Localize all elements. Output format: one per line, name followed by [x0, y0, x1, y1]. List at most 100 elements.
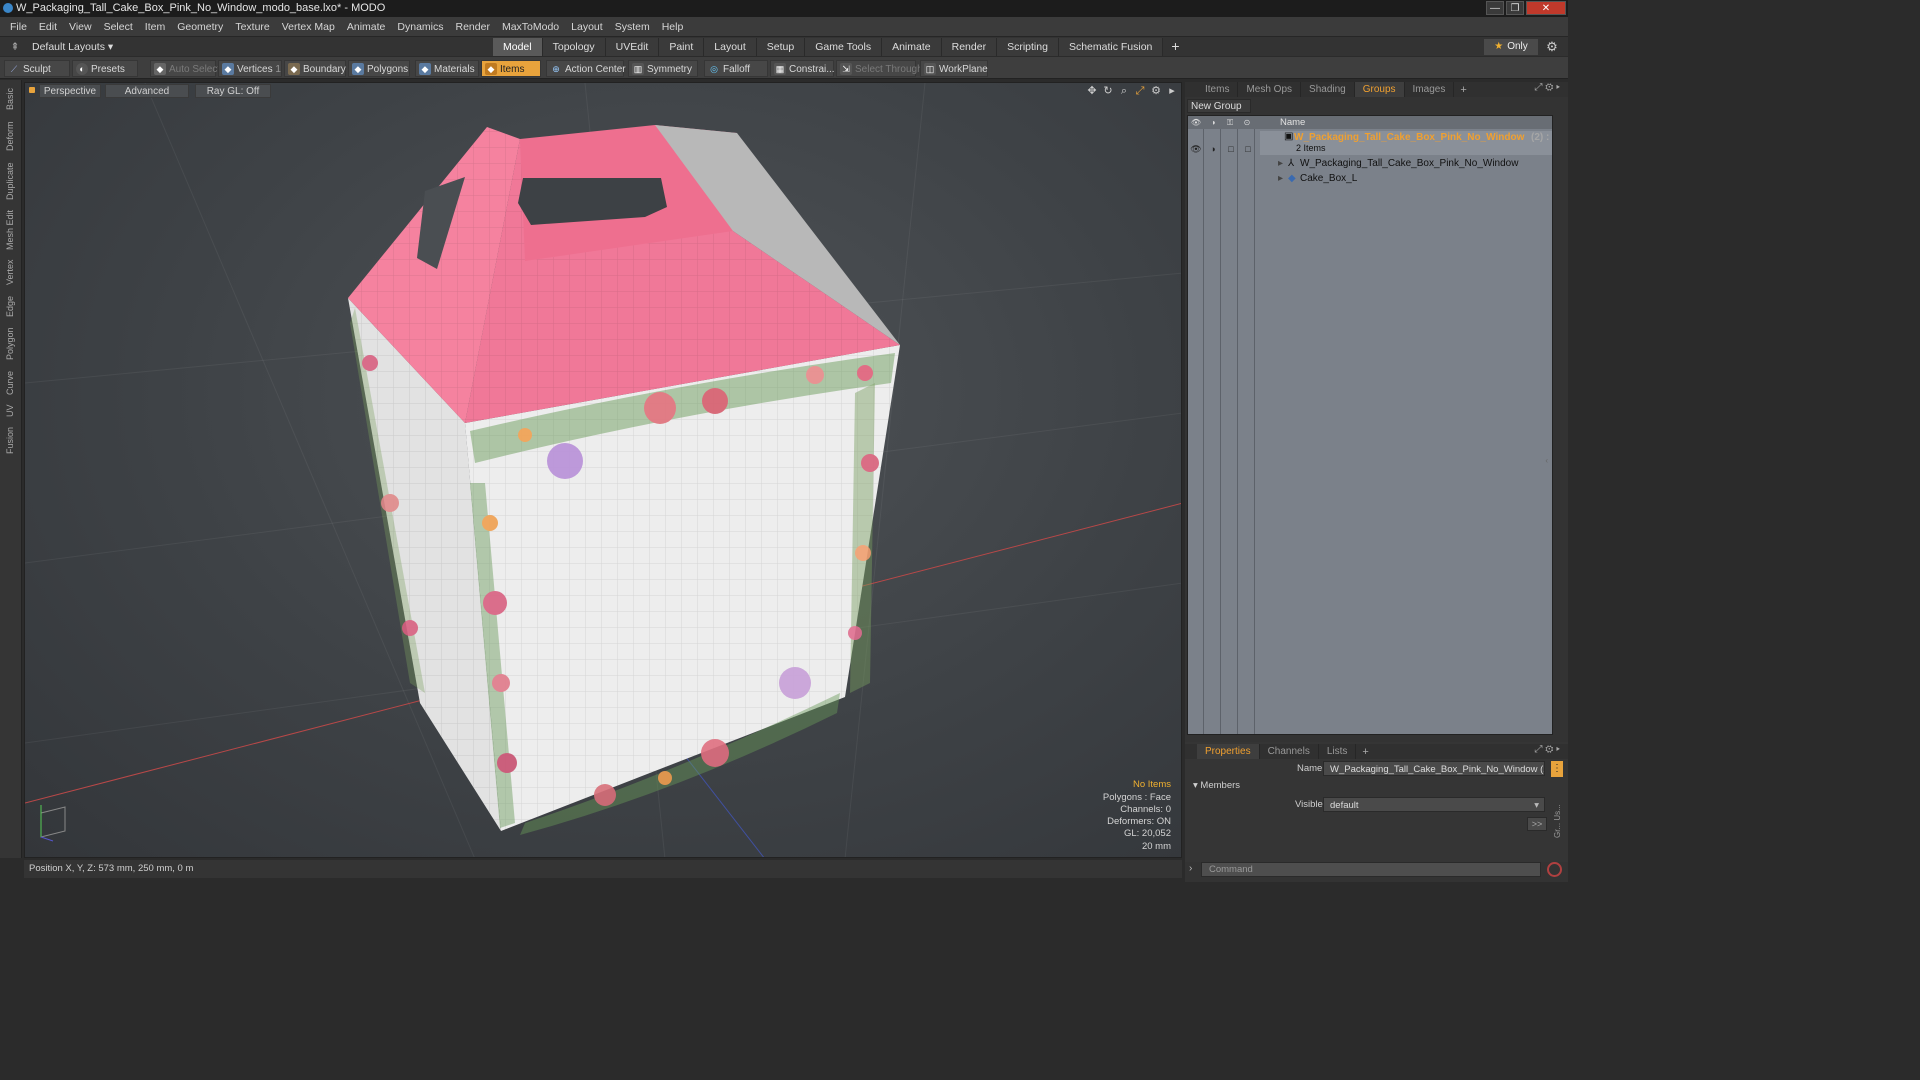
menu-view[interactable]: View	[63, 21, 98, 33]
viewport-more-icon[interactable]: ▸	[1165, 84, 1179, 98]
panel-tab-lists[interactable]: Lists	[1319, 744, 1357, 759]
tab-layout[interactable]: Layout	[704, 38, 757, 56]
tab-scripting[interactable]: Scripting	[997, 38, 1059, 56]
panel-tab-mesh-ops[interactable]: Mesh Ops	[1238, 82, 1302, 97]
expand-arrow-icon[interactable]: ▸	[1278, 158, 1283, 169]
groups-list[interactable]: 👁 ◑ ⚿ ⊙ Name ▣ W_Packaging_Tall_Cake_Box…	[1187, 115, 1553, 735]
menu-item[interactable]: Item	[139, 21, 171, 33]
command-stop-icon[interactable]	[1547, 862, 1562, 877]
3d-viewport[interactable]: Perspective Advanced Ray GL: Off ✥ ↻ ⌕ ⤢…	[24, 82, 1182, 858]
shading-dropdown[interactable]: Advanced	[105, 84, 189, 98]
menu-layout[interactable]: Layout	[565, 21, 609, 33]
menu-select[interactable]: Select	[98, 21, 139, 33]
constraints-button[interactable]: ▦ Constrai...	[770, 60, 835, 77]
add-panel-tab-icon[interactable]: +	[1454, 84, 1472, 96]
left-tab-duplicate[interactable]: Duplicate	[2, 158, 18, 204]
menu-dynamics[interactable]: Dynamics	[391, 21, 449, 33]
menu-vertex-map[interactable]: Vertex Map	[276, 21, 341, 33]
list-scroll-indicator[interactable]: ‹	[1545, 456, 1548, 465]
raygl-toggle[interactable]: Ray GL: Off	[195, 84, 271, 98]
left-tab-curve[interactable]: Curve	[2, 368, 18, 398]
items-button[interactable]: ◆ Items	[481, 60, 541, 77]
menu-texture[interactable]: Texture	[229, 21, 275, 33]
members-section[interactable]: ▾ Members	[1193, 780, 1240, 791]
select-through-button[interactable]: ⇲ Select Through	[836, 60, 923, 77]
visible-dropdown[interactable]: default ▾	[1323, 797, 1545, 812]
boundary-button[interactable]: ◆ Boundary	[284, 60, 346, 77]
polygons-button[interactable]: ◆ Polygons	[348, 60, 410, 77]
fit-icon[interactable]: ⤢	[1133, 84, 1147, 98]
viewport-settings-icon[interactable]: ⚙	[1149, 84, 1163, 98]
command-input[interactable]: Command	[1201, 862, 1541, 877]
group-member-row[interactable]: ▸ ◆ Cake_Box_L	[1260, 173, 1552, 187]
action-center-button[interactable]: ⊕ Action Center	[546, 60, 626, 77]
rotate-icon[interactable]: ↻	[1101, 84, 1115, 98]
menu-edit[interactable]: Edit	[33, 21, 63, 33]
left-tab-fusion[interactable]: Fusion	[2, 424, 18, 456]
group-render-icon[interactable]: ◑	[1206, 144, 1220, 155]
panel-tab-images[interactable]: Images	[1405, 82, 1455, 97]
presets-button[interactable]: ◐ Presets	[72, 60, 138, 77]
tab-setup[interactable]: Setup	[756, 38, 806, 56]
falloff-button[interactable]: ◎ Falloff	[704, 60, 768, 77]
more-button[interactable]: >>	[1527, 817, 1547, 831]
tab-schematic-fusion[interactable]: Schematic Fusion	[1058, 38, 1164, 56]
tab-animate[interactable]: Animate	[882, 38, 942, 56]
menu-maxtomodo[interactable]: MaxToModo	[496, 21, 565, 33]
panel-tab-items[interactable]: Items	[1197, 82, 1239, 97]
add-tab-icon[interactable]: +	[1163, 38, 1187, 56]
gear-icon[interactable]: ⚙	[1544, 39, 1560, 55]
tab-game-tools[interactable]: Game Tools	[805, 38, 883, 56]
tab-render[interactable]: Render	[941, 38, 998, 56]
group-member-row[interactable]: ▸ ⅄ W_Packaging_Tall_Cake_Box_Pink_No_Wi…	[1260, 158, 1552, 172]
tab-uvedit[interactable]: UVEdit	[605, 38, 660, 56]
panel-options-icon[interactable]: ⤢ ⚙ ▸	[1534, 744, 1560, 755]
only-button[interactable]: ★ Only	[1484, 39, 1538, 55]
pan-icon[interactable]: ✥	[1085, 84, 1099, 98]
menu-render[interactable]: Render	[450, 21, 496, 33]
group-eye-icon[interactable]: 👁	[1189, 144, 1203, 155]
symmetry-button[interactable]: ▥ Symmetry	[628, 60, 698, 77]
left-tab-edge[interactable]: Edge	[2, 292, 18, 320]
sculpt-button[interactable]: ⟋ Sculpt	[4, 60, 70, 77]
materials-button[interactable]: ◆ Materials	[415, 60, 479, 77]
auto-select-button[interactable]: ◆ Auto Select	[150, 60, 220, 77]
menu-system[interactable]: System	[609, 21, 656, 33]
left-tab-basic[interactable]: Basic	[2, 84, 18, 114]
add-panel-tab-icon[interactable]: +	[1356, 746, 1374, 758]
expand-arrow-icon[interactable]: ▸	[1278, 173, 1283, 184]
left-tab-deform[interactable]: Deform	[2, 118, 18, 154]
menu-animate[interactable]: Animate	[341, 21, 392, 33]
eye-icon[interactable]: 👁	[1188, 116, 1204, 129]
panel-tab-shading[interactable]: Shading	[1301, 82, 1355, 97]
lock-icon[interactable]: ⚿	[1222, 116, 1238, 129]
perspective-dropdown[interactable]: Perspective	[39, 84, 101, 98]
menu-help[interactable]: Help	[656, 21, 690, 33]
panel-options-icon[interactable]: ⤢ ⚙ ▸	[1534, 82, 1560, 93]
default-layouts-dropdown[interactable]: ⇞ Default Layouts ▾	[8, 39, 114, 55]
group-name-field[interactable]: W_Packaging_Tall_Cake_Box_Pink_No_Window…	[1323, 761, 1545, 776]
group-lock-icon[interactable]: □	[1224, 144, 1238, 155]
new-group-button[interactable]: New Group	[1187, 99, 1251, 113]
panel-tab-groups[interactable]: Groups	[1354, 82, 1405, 97]
left-tab-polygon[interactable]: Polygon	[2, 324, 18, 364]
scene-canvas[interactable]	[25, 83, 1182, 858]
name-options-button[interactable]: ⋮	[1551, 761, 1563, 777]
close-button[interactable]: ✕	[1526, 1, 1566, 15]
left-tab-mesh-edit[interactable]: Mesh Edit	[2, 208, 18, 252]
render-icon[interactable]: ◑	[1205, 116, 1221, 129]
group-row[interactable]: ▣ W_Packaging_Tall_Cake_Box_Pink_No_Wind…	[1260, 131, 1552, 155]
panel-tab-properties[interactable]: Properties	[1197, 744, 1260, 759]
panel-tab-channels[interactable]: Channels	[1260, 744, 1319, 759]
minimize-button[interactable]: —	[1486, 1, 1504, 15]
viewport-menu-dot[interactable]	[29, 87, 35, 93]
side-vertical-tabs[interactable]: Gr... Us...	[1553, 778, 1567, 838]
left-tab-uv[interactable]: UV	[2, 402, 18, 420]
tab-topology[interactable]: Topology	[542, 38, 606, 56]
maximize-button[interactable]: ❐	[1506, 1, 1524, 15]
tab-model[interactable]: Model	[493, 38, 543, 56]
select-icon[interactable]: ⊙	[1239, 116, 1255, 129]
menu-geometry[interactable]: Geometry	[171, 21, 229, 33]
left-tab-vertex[interactable]: Vertex	[2, 256, 18, 288]
zoom-icon[interactable]: ⌕	[1117, 84, 1131, 98]
